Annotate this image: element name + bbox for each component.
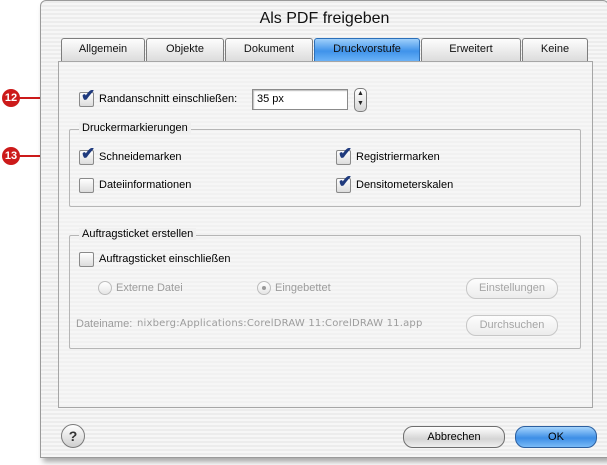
registration-marks-checkbox[interactable]: ✔ <box>336 145 352 165</box>
crop-marks-checkbox[interactable]: ✔ <box>79 145 95 165</box>
tab-advanced[interactable]: Erweitert <box>421 38 521 61</box>
prepress-panel: ✔ Randanschnitt einschließen: 35 px ▲ ▼ … <box>58 61 593 408</box>
crop-marks-label: Schneidemarken <box>99 151 182 163</box>
tab-no-problems[interactable]: Keine Probl... <box>522 38 588 61</box>
tab-general[interactable]: Allgemein <box>61 38 145 61</box>
bleed-checkbox[interactable]: ✔ <box>79 87 95 107</box>
densitometer-label: Densitometerskalen <box>356 179 454 191</box>
external-file-label: Externe Datei <box>116 282 183 294</box>
tab-prepress[interactable]: Druckvorstufe <box>314 38 420 61</box>
filename-field[interactable]: nixberg:Applications:CorelDRAW 11:CorelD… <box>137 318 423 329</box>
callout-badge-12: 12 <box>2 89 20 107</box>
job-ticket-checkbox[interactable] <box>79 252 94 267</box>
embedded-label: Eingebettet <box>275 282 331 294</box>
embedded-radio[interactable] <box>257 281 271 295</box>
filename-label: Dateiname: <box>76 318 133 330</box>
registration-marks-label: Registriermarken <box>356 151 440 163</box>
file-info-checkbox[interactable] <box>79 178 94 193</box>
external-file-radio[interactable] <box>98 281 112 295</box>
radio-selected-dot <box>262 286 266 290</box>
browse-button[interactable]: Durchsuchen <box>466 315 558 336</box>
checkmark-icon: ✔ <box>81 144 96 163</box>
densitometer-checkbox[interactable]: ✔ <box>336 173 352 193</box>
cancel-button[interactable]: Abbrechen <box>403 426 505 448</box>
checkmark-icon: ✔ <box>338 144 353 163</box>
ok-button[interactable]: OK <box>515 426 597 448</box>
printer-marks-title: Druckermarkierungen <box>79 122 191 134</box>
stepper-down-icon[interactable]: ▼ <box>355 99 366 109</box>
job-ticket-label: Auftragsticket einschließen <box>99 253 231 265</box>
tab-document[interactable]: Dokument <box>225 38 313 61</box>
dialog-title: Als PDF freigeben <box>259 10 390 27</box>
file-info-label: Dateiinformationen <box>99 179 192 191</box>
bleed-label: Randanschnitt einschließen: <box>99 93 238 105</box>
checkmark-icon: ✔ <box>81 86 96 105</box>
job-ticket-group: Auftragsticket erstellen Auftragsticket … <box>69 228 581 349</box>
bleed-stepper[interactable]: ▲ ▼ <box>354 88 367 112</box>
settings-button[interactable]: Einstellungen <box>466 278 558 299</box>
bleed-input[interactable]: 35 px <box>252 89 348 110</box>
help-icon[interactable]: ? <box>61 424 85 448</box>
pdf-export-dialog: Als PDF freigeben Allgemein Objekte Doku… <box>40 0 607 458</box>
job-ticket-title: Auftragsticket erstellen <box>79 228 197 240</box>
callout-badge-13: 13 <box>2 147 20 165</box>
printer-marks-group: Druckermarkierungen ✔ Schneidemarken ✔ R… <box>69 122 581 207</box>
checkmark-icon: ✔ <box>338 172 353 191</box>
stepper-up-icon[interactable]: ▲ <box>355 89 366 99</box>
tab-objects[interactable]: Objekte <box>146 38 224 61</box>
